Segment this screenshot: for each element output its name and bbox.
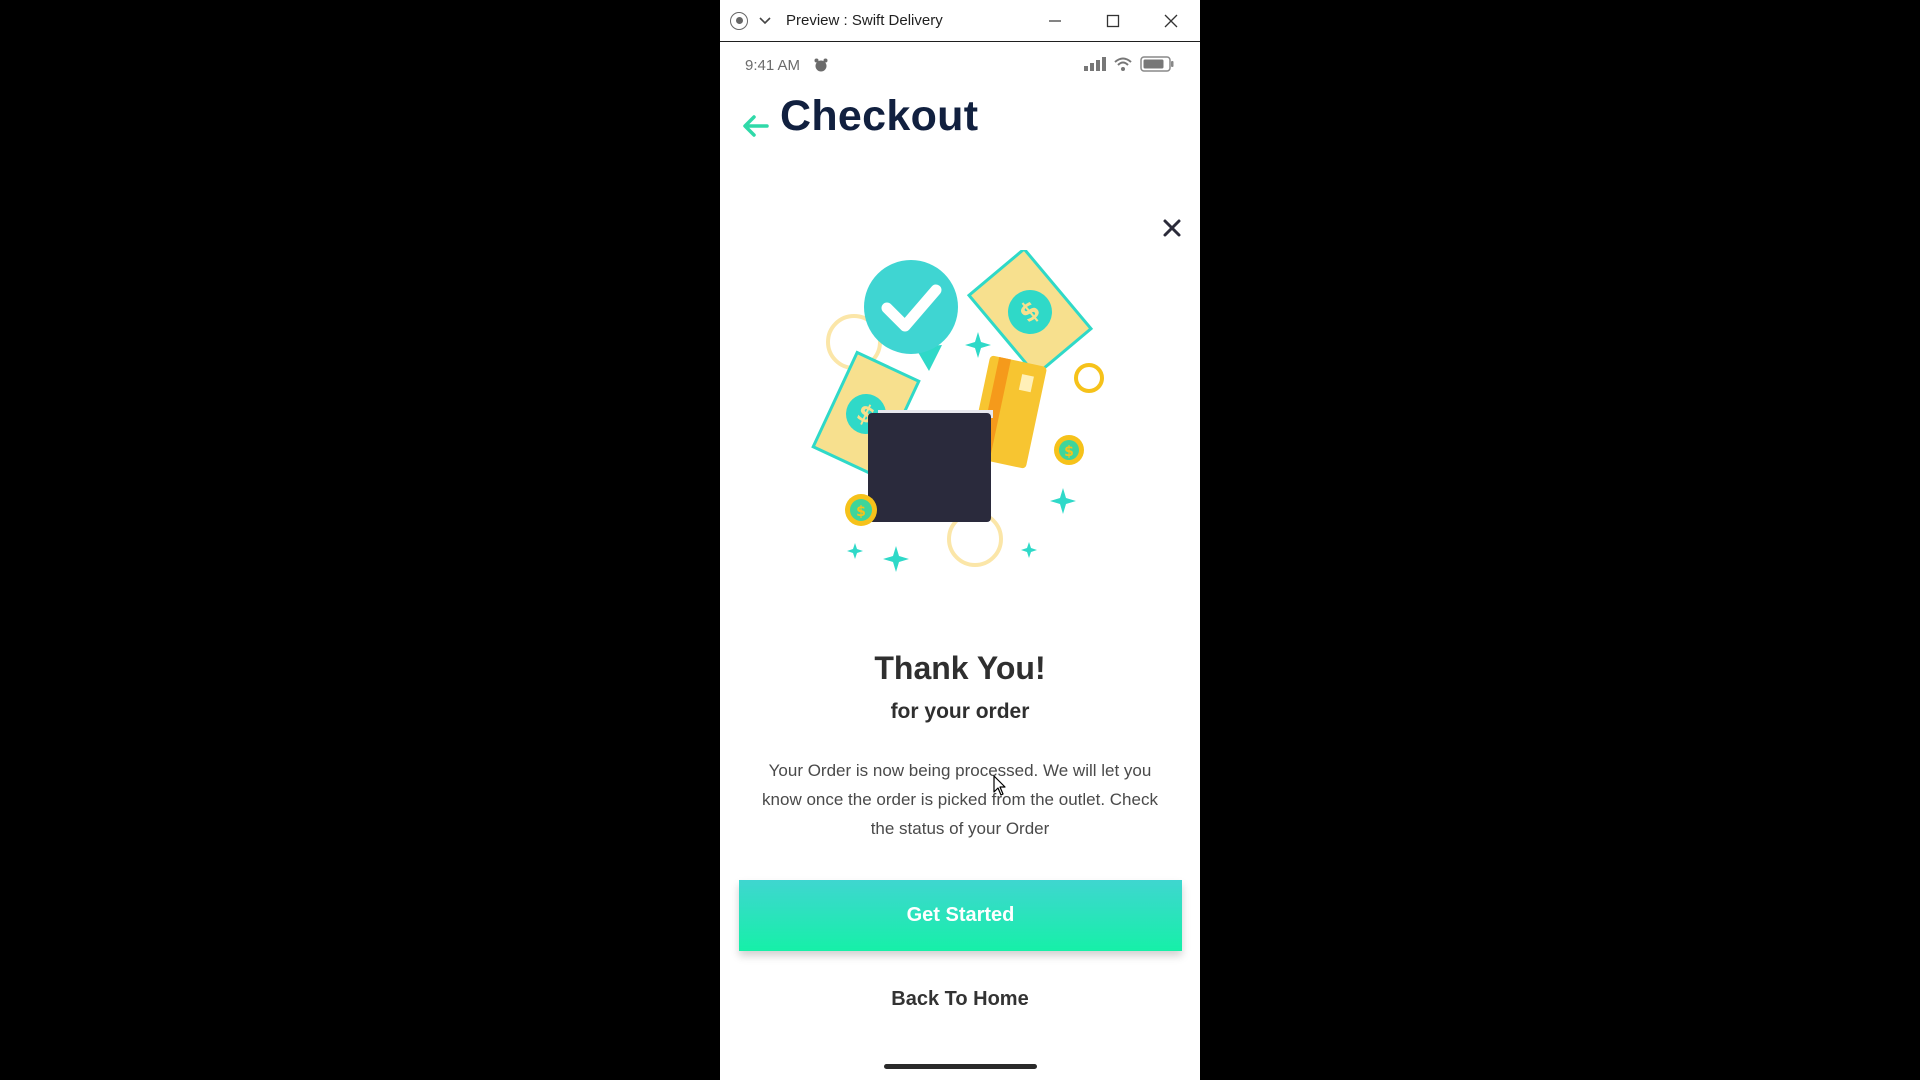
record-icon[interactable] <box>730 11 748 30</box>
payment-success-illustration: $ $ $ $ <box>811 250 1104 572</box>
window-controls <box>1026 0 1200 42</box>
alarm-icon <box>813 57 829 78</box>
order-status-message: Your Order is now being processed. We wi… <box>762 761 1158 838</box>
arrow-left-icon[interactable] <box>740 110 772 142</box>
thank-you-heading: Thank You! <box>874 650 1046 686</box>
preview-window: Preview : Swift Delivery 9:41 AM Checkou… <box>720 0 1200 1080</box>
home-indicator <box>884 1064 1037 1069</box>
mouse-cursor-icon <box>993 775 1006 796</box>
svg-text:$: $ <box>856 504 866 520</box>
close-window-button[interactable] <box>1142 0 1200 42</box>
phone-status-bar: 9:41 AM <box>720 48 1200 82</box>
chevron-down-icon[interactable] <box>758 14 772 28</box>
close-icon[interactable] <box>1160 216 1184 240</box>
status-time: 9:41 AM <box>745 57 801 74</box>
battery-icon <box>1140 56 1174 77</box>
minimize-button[interactable] <box>1026 0 1084 42</box>
thank-you-subheading: for your order <box>890 700 1030 723</box>
status-icons <box>1084 56 1174 77</box>
page-title: Checkout <box>780 92 979 140</box>
wifi-icon <box>1114 57 1132 76</box>
back-to-home-link[interactable]: Back To Home <box>720 988 1200 1011</box>
window-title: Preview : Swift Delivery <box>786 12 943 29</box>
get-started-button[interactable]: Get Started <box>739 880 1182 951</box>
signal-icon <box>1084 57 1106 76</box>
maximize-button[interactable] <box>1084 0 1142 42</box>
window-titlebar: Preview : Swift Delivery <box>720 0 1200 42</box>
svg-text:$: $ <box>1064 444 1074 460</box>
